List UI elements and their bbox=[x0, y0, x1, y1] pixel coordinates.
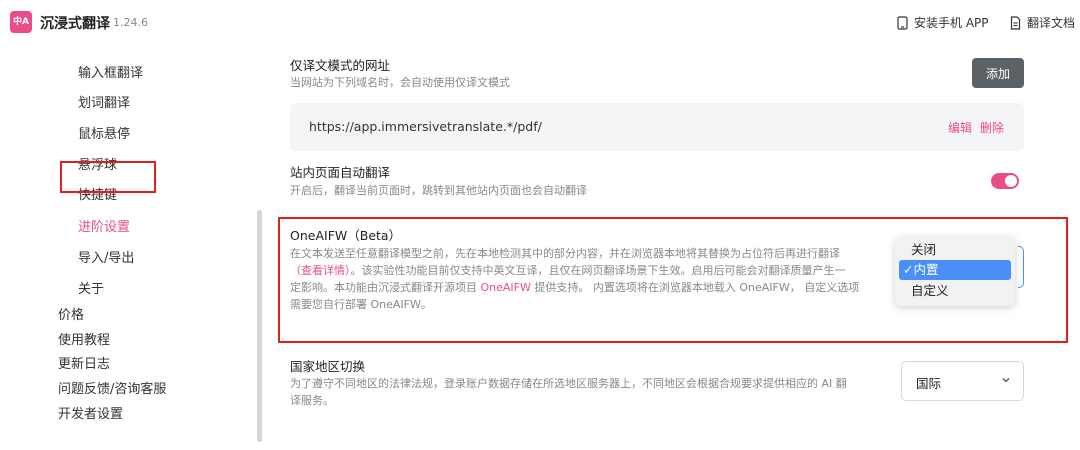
translate-only-desc: 当网站为下列域名时，会自动使用仅译文模式 bbox=[290, 76, 510, 89]
region-title: 国家地区切换 bbox=[290, 359, 366, 374]
document-icon bbox=[1010, 15, 1021, 30]
sidebar-item-import-export[interactable]: 导入/导出 bbox=[78, 247, 134, 266]
auto-translate-desc: 开启后，翻译当前页面时，跳转到其他站内页面也会自动翻译 bbox=[290, 184, 587, 197]
url-value: https://app.immersivetranslate.*/pdf/ bbox=[309, 119, 542, 134]
auto-translate-title: 站内页面自动翻译 bbox=[290, 165, 391, 180]
region-select-value: 国际 bbox=[916, 376, 942, 391]
sidebar-item-feedback[interactable]: 问题反馈/咨询客服 bbox=[58, 378, 166, 397]
chevron-down-icon bbox=[1002, 378, 1010, 383]
sidebar: 输入框翻译 划词翻译 鼠标悬停 悬浮球 快捷键 进阶设置 导入/导出 关于 价格… bbox=[0, 46, 250, 450]
region-desc-line2: 译服务。 bbox=[290, 394, 334, 407]
sidebar-item-developer-settings[interactable]: 开发者设置 bbox=[58, 403, 123, 422]
sidebar-item-changelog[interactable]: 更新日志 bbox=[58, 353, 110, 372]
install-mobile-app-link[interactable]: 安装手机 APP bbox=[897, 14, 989, 31]
settings-panel: 仅译文模式的网址 当网站为下列域名时，会自动使用仅译文模式 添加 https:/… bbox=[278, 46, 1080, 450]
sidebar-item-selection-translate[interactable]: 划词翻译 bbox=[78, 92, 130, 111]
delete-url-link[interactable]: 删除 bbox=[980, 121, 1004, 135]
translate-only-title: 仅译文模式的网址 bbox=[290, 58, 391, 73]
url-actions: 编辑 删除 bbox=[940, 119, 1004, 136]
auto-translate-toggle[interactable] bbox=[991, 173, 1019, 189]
sidebar-item-input-translate[interactable]: 输入框翻译 bbox=[78, 62, 143, 81]
oneaifw-highlight bbox=[278, 217, 1068, 343]
top-bar: 中A 沉浸式翻译 1.24.6 安装手机 APP 翻译文档 bbox=[0, 0, 1080, 46]
add-url-button[interactable]: 添加 bbox=[972, 58, 1024, 88]
region-select[interactable]: 国际 bbox=[901, 361, 1024, 401]
sidebar-item-about[interactable]: 关于 bbox=[78, 278, 104, 297]
app-logo: 中A bbox=[10, 11, 32, 33]
phone-icon bbox=[897, 15, 908, 30]
active-item-highlight bbox=[60, 161, 156, 193]
translate-docs-label: 翻译文档 bbox=[1027, 16, 1076, 30]
sidebar-scrollbar[interactable] bbox=[257, 210, 262, 442]
url-list-item: https://app.immersivetranslate.*/pdf/ 编辑… bbox=[290, 103, 1024, 151]
translate-docs-link[interactable]: 翻译文档 bbox=[1010, 14, 1075, 31]
sidebar-item-advanced-settings[interactable]: 进阶设置 bbox=[78, 216, 130, 235]
install-mobile-app-label: 安装手机 APP bbox=[914, 16, 989, 30]
app-name: 沉浸式翻译 bbox=[40, 16, 110, 32]
app-version: 1.24.6 bbox=[113, 16, 148, 29]
edit-url-link[interactable]: 编辑 bbox=[948, 121, 972, 135]
region-desc-line1: 为了遵守不同地区的法律法规，登录账户数据存储在所选地区服务器上，不同地区会根据合… bbox=[290, 377, 847, 390]
sidebar-item-pricing[interactable]: 价格 bbox=[58, 304, 84, 323]
region-desc: 为了遵守不同地区的法律法规，登录账户数据存储在所选地区服务器上，不同地区会根据合… bbox=[290, 375, 890, 409]
sidebar-item-mouse-hover[interactable]: 鼠标悬停 bbox=[78, 123, 130, 142]
sidebar-item-tutorial[interactable]: 使用教程 bbox=[58, 329, 110, 348]
